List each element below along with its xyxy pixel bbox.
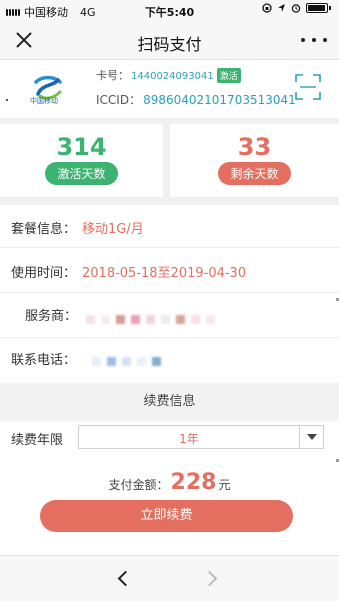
divider <box>0 197 339 205</box>
status-right <box>262 3 331 13</box>
renew-duration-row: 续费年限 1年 <box>0 421 339 454</box>
plan-value: 移动1G/月 <box>82 222 144 237</box>
remaining-days-card: 33 剩余天数 <box>170 124 339 197</box>
nav-bar: 扫码支付 <box>0 20 339 60</box>
period-value: 2018-05-18至2019-04-30 <box>82 266 247 281</box>
period-row: 使用时间： 2018-05-18至2019-04-30 <box>0 248 339 293</box>
location-icon <box>278 4 285 12</box>
back-arrow-icon[interactable] <box>115 570 131 586</box>
lock-rotation-icon <box>262 3 272 13</box>
chevron-down-icon[interactable] <box>299 426 323 448</box>
remaining-days-value: 33 <box>237 133 272 161</box>
plan-label: 套餐信息： <box>11 222 77 237</box>
battery-tip <box>329 6 331 10</box>
renew-duration-select[interactable]: 1年 <box>78 425 324 449</box>
period-label: 使用时间： <box>11 266 77 281</box>
renew-duration-value: 1年 <box>179 432 199 446</box>
card-header: 中国移动 卡号： 1440024093041 激活 ICCID： 8986040210… <box>0 60 339 118</box>
active-days-label: 激活天数 <box>45 162 118 185</box>
decor-dot <box>6 99 8 101</box>
phone-label: 联系电话： <box>11 353 77 368</box>
card-number-label: 卡号： <box>96 69 129 82</box>
remaining-days-label: 剩余天数 <box>218 162 291 185</box>
pay-amount-unit: 元 <box>218 478 231 492</box>
browser-bottom-bar <box>0 555 339 601</box>
status-badge: 激活 <box>216 68 241 83</box>
alarm-icon <box>291 4 301 13</box>
battery-icon <box>306 3 328 13</box>
pay-amount-line: 支付金额：228 元 <box>0 470 339 495</box>
active-days-card: 314 激活天数 <box>0 124 163 197</box>
card-number-row: 卡号： 1440024093041 激活 <box>96 67 241 83</box>
provider-label: 服务商： <box>25 309 78 324</box>
status-bar: 中国移动 4G 下午5:40 <box>0 0 339 20</box>
iccid-row: ICCID： 89860402101703513041 <box>96 91 296 108</box>
card-number: 1440024093041 <box>131 71 214 82</box>
pay-amount-label: 支付金额： <box>108 478 169 492</box>
scan-icon[interactable] <box>295 74 321 100</box>
page-title: 扫码支付 <box>137 35 202 54</box>
more-icon[interactable] <box>301 26 327 54</box>
phone-value-redacted <box>92 357 161 366</box>
renew-section-title: 续费信息 <box>0 383 339 421</box>
divider <box>163 124 170 197</box>
forward-arrow-icon[interactable] <box>203 570 219 586</box>
plan-row: 套餐信息： 移动1G/月 <box>0 205 339 248</box>
renew-duration-label: 续费年限 <box>11 433 64 448</box>
renew-now-button[interactable]: 立即续费 <box>40 500 293 532</box>
phone-row: 联系电话： <box>0 338 339 383</box>
active-days-value: 314 <box>56 133 107 161</box>
pay-amount-value: 228 <box>170 470 217 495</box>
iccid-value: 89860402101703513041 <box>143 93 296 107</box>
provider-row: 服务商： <box>0 293 339 338</box>
iccid-label: ICCID： <box>96 93 142 107</box>
provider-value-redacted <box>86 315 215 324</box>
logo-text: 中国移动 <box>30 97 58 105</box>
